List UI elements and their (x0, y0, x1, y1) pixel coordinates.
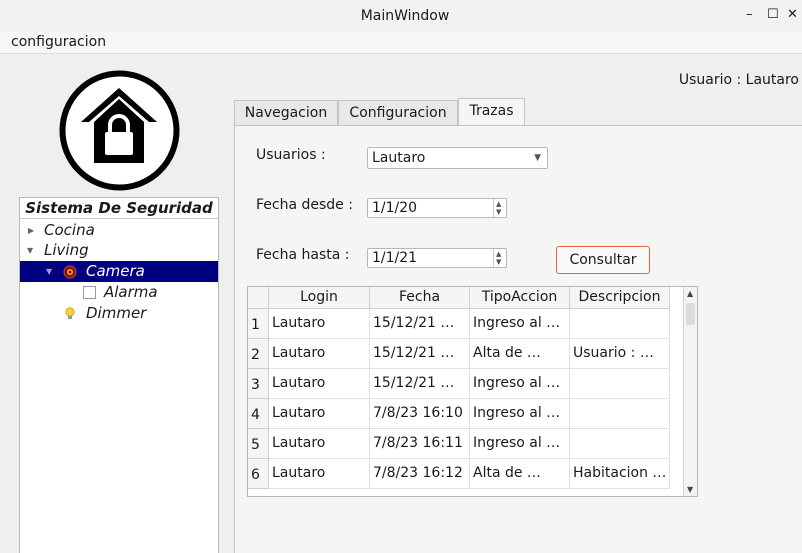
spin-up-icon[interactable]: ▲ (496, 200, 501, 208)
column-header-tipoaccion[interactable]: TipoAccion (470, 287, 570, 309)
column-header-login[interactable]: Login (269, 287, 370, 309)
column-header-fecha[interactable]: Fecha (370, 287, 470, 309)
fecha-hasta-value: 1/1/21 (372, 250, 418, 266)
tree-header: Sistema De Seguridad (20, 198, 218, 219)
table-cell-fecha[interactable]: 15/12/21 … (370, 309, 470, 339)
collapse-arrow-icon[interactable]: ▼ (46, 261, 52, 282)
menu-configuracion[interactable]: configuracion (11, 34, 106, 50)
scroll-up-icon[interactable]: ▲ (687, 289, 693, 298)
spin-up-icon[interactable]: ▲ (496, 250, 501, 258)
table-cell-login[interactable]: Lautaro (269, 369, 370, 399)
maximize-icon[interactable]: ☐ (767, 7, 779, 22)
row-header[interactable]: 5 (248, 429, 269, 459)
scrollbar-thumb[interactable] (686, 303, 695, 325)
usuarios-combobox[interactable]: Lautaro ▼ (367, 147, 548, 169)
tab-configuracion[interactable]: Configuracion (338, 100, 458, 125)
table-cell-descripcion[interactable] (570, 369, 670, 399)
fecha-desde-value: 1/1/20 (372, 200, 418, 216)
usuarios-label: Usuarios : (256, 147, 326, 163)
table-cell-descripcion[interactable]: Usuario : … (570, 339, 670, 369)
tree-item-label: Dimmer (86, 304, 147, 322)
menu-bar: configuracion (0, 32, 802, 54)
table-cell-fecha[interactable]: 15/12/21 … (370, 339, 470, 369)
table-cell-login[interactable]: Lautaro (269, 309, 370, 339)
column-header-descripcion[interactable]: Descripcion (570, 287, 670, 309)
table-cell-fecha[interactable]: 7/8/23 16:11 (370, 429, 470, 459)
bulb-icon (65, 307, 75, 319)
scroll-down-icon[interactable]: ▼ (687, 485, 693, 494)
tree-item-camera[interactable]: ▼ Camera (20, 261, 218, 282)
fecha-hasta-field[interactable]: 1/1/21 ▲ ▼ (367, 248, 507, 268)
table-cell-tipo[interactable]: Alta de … (470, 459, 570, 489)
table-cell-tipo[interactable]: Alta de … (470, 339, 570, 369)
table-cell-tipo[interactable]: Ingreso al … (470, 399, 570, 429)
camera-icon (63, 265, 77, 279)
minimize-icon[interactable]: – (746, 7, 753, 22)
chevron-down-icon[interactable]: ▼ (534, 153, 541, 163)
table-cell-descripcion[interactable] (570, 309, 670, 339)
checkbox-icon[interactable] (83, 286, 96, 299)
table-cell-login[interactable]: Lautaro (269, 459, 370, 489)
spin-down-icon[interactable]: ▼ (496, 258, 501, 266)
table-cell-login[interactable]: Lautaro (269, 339, 370, 369)
table-cell-fecha[interactable]: 15/12/21 … (370, 369, 470, 399)
table-cell-descripcion[interactable] (570, 399, 670, 429)
spin-down-icon[interactable]: ▼ (496, 208, 501, 216)
table-cell-descripcion[interactable] (570, 429, 670, 459)
table-cell-tipo[interactable]: Ingreso al … (470, 369, 570, 399)
window-title: MainWindow (360, 8, 450, 24)
user-label: Usuario : Lautaro (678, 72, 799, 88)
fecha-desde-label: Fecha desde : (256, 197, 353, 213)
table-corner (248, 287, 269, 309)
table-scrollbar[interactable]: ▲ ▼ (683, 287, 697, 496)
trazas-table: Login Fecha TipoAccion Descripcion 1 Lau… (247, 286, 698, 497)
tree-item-label: Alarma (104, 283, 158, 301)
tab-trazas[interactable]: Trazas (458, 98, 525, 126)
tree-item-label: Cocina (44, 221, 95, 239)
row-header[interactable]: 2 (248, 339, 269, 369)
table-cell-tipo[interactable]: Ingreso al … (470, 309, 570, 339)
row-header[interactable]: 1 (248, 309, 269, 339)
table-cell-login[interactable]: Lautaro (269, 429, 370, 459)
trazas-panel: Usuarios : Lautaro ▼ Fecha desde : 1/1/2… (234, 125, 802, 553)
collapse-arrow-icon[interactable]: ▼ (27, 240, 33, 261)
tree-item-label: Camera (86, 262, 145, 280)
row-header[interactable]: 4 (248, 399, 269, 429)
device-tree: Sistema De Seguridad ▶ Cocina ▼ Living ▼… (19, 197, 219, 553)
table-cell-fecha[interactable]: 7/8/23 16:12 (370, 459, 470, 489)
fecha-desde-field[interactable]: 1/1/20 ▲ ▼ (367, 198, 507, 218)
row-header[interactable]: 6 (248, 459, 269, 489)
usuarios-value: Lautaro (372, 150, 426, 166)
table-cell-descripcion[interactable]: Habitacion … (570, 459, 670, 489)
tree-item-label: Living (44, 241, 89, 259)
expand-arrow-icon[interactable]: ▶ (28, 220, 34, 241)
close-icon[interactable]: ✕ (787, 7, 798, 22)
house-lock-icon (59, 70, 180, 191)
fecha-hasta-label: Fecha hasta : (256, 247, 350, 263)
date-spinner[interactable]: ▲ ▼ (493, 249, 506, 267)
consultar-button[interactable]: Consultar (556, 246, 650, 274)
table-cell-fecha[interactable]: 7/8/23 16:10 (370, 399, 470, 429)
table-cell-tipo[interactable]: Ingreso al … (470, 429, 570, 459)
tab-navegacion[interactable]: Navegacion (234, 100, 338, 125)
date-spinner[interactable]: ▲ ▼ (493, 199, 506, 217)
title-bar: MainWindow – ☐ ✕ (0, 0, 802, 32)
table-cell-login[interactable]: Lautaro (269, 399, 370, 429)
row-header[interactable]: 3 (248, 369, 269, 399)
